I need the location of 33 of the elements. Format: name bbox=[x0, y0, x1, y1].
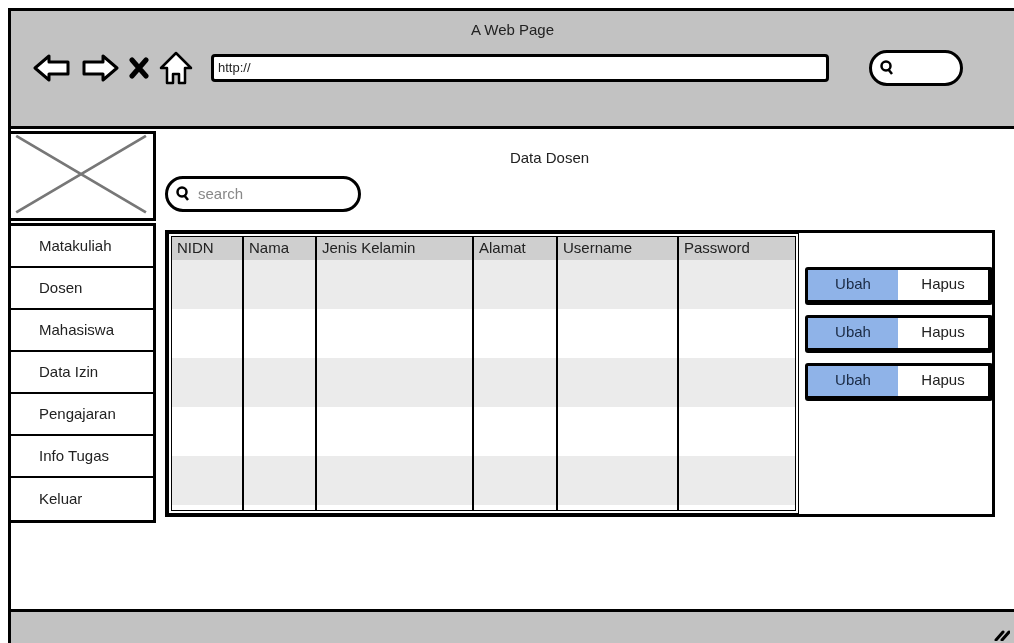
table-cell bbox=[244, 455, 315, 505]
home-icon[interactable] bbox=[159, 50, 193, 85]
column-header: Username bbox=[558, 236, 677, 260]
sidebar-item[interactable]: Data Izin bbox=[11, 352, 153, 394]
column-header: Password bbox=[679, 236, 795, 260]
address-field[interactable]: http:// bbox=[211, 53, 829, 82]
forward-icon[interactable] bbox=[81, 52, 119, 83]
column-header: NIDN bbox=[172, 236, 242, 260]
edit-button[interactable]: Ubah bbox=[808, 317, 898, 348]
search-icon bbox=[176, 185, 190, 202]
table-cell bbox=[244, 357, 315, 407]
table-cell bbox=[172, 455, 242, 505]
edit-button[interactable]: Ubah bbox=[808, 269, 898, 300]
column-header: Alamat bbox=[474, 236, 556, 260]
sidebar-item[interactable]: Dosen bbox=[11, 268, 153, 310]
page-title: Data Dosen bbox=[509, 148, 590, 168]
search-icon bbox=[880, 59, 894, 76]
edit-button[interactable]: Ubah bbox=[808, 365, 898, 396]
sidebar-item[interactable]: Info Tugas bbox=[11, 436, 153, 478]
search-field[interactable] bbox=[869, 49, 963, 86]
column-header: Nama bbox=[244, 236, 315, 260]
sidebar-item[interactable]: Pengajaran bbox=[11, 394, 153, 436]
column-header: Jenis Kelamin bbox=[317, 236, 472, 260]
back-icon[interactable] bbox=[33, 52, 71, 83]
sidebar-item[interactable]: Keluar bbox=[11, 478, 153, 520]
search-field[interactable]: search bbox=[165, 175, 361, 212]
table-cell bbox=[172, 259, 242, 309]
sidebar-item[interactable]: Matakuliah bbox=[11, 226, 153, 268]
window-title: A Web Page bbox=[470, 20, 555, 40]
table-cell bbox=[172, 357, 242, 407]
close-icon[interactable] bbox=[129, 56, 149, 79]
table-cell bbox=[244, 259, 315, 309]
sidebar-item[interactable]: Mahasiswa bbox=[11, 310, 153, 352]
